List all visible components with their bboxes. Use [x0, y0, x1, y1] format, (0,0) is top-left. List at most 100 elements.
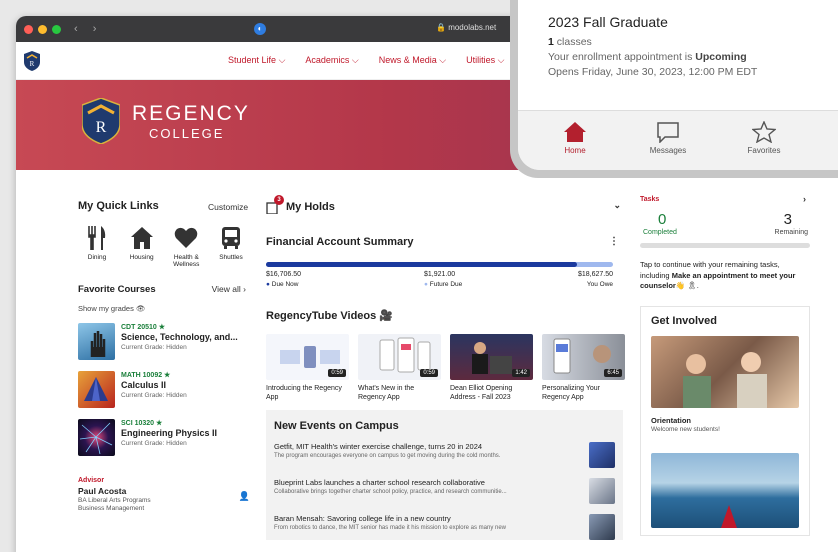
tab-favorites[interactable]: Favorites: [734, 121, 794, 155]
customize-link[interactable]: Customize: [208, 202, 248, 212]
url-text: modolabs.net: [448, 23, 497, 32]
quick-link-dining[interactable]: Dining: [78, 226, 116, 268]
classes-count: 1: [548, 36, 554, 48]
event-item[interactable]: Blueprint Labs launches a charter school…: [274, 478, 615, 505]
event-thumbnail: [589, 478, 615, 505]
phone-tab-bar: Home Messages Favorites: [518, 110, 838, 170]
chevron-down-icon: ⌵: [497, 55, 505, 65]
close-window-button[interactable]: [24, 24, 33, 34]
financial-summary-title: Financial Account Summary: [266, 236, 414, 248]
chevron-down-icon: ⌵: [439, 55, 447, 65]
due-now-fill: [266, 262, 578, 267]
event-summary: The program encourages everyone on campu…: [274, 453, 501, 460]
course-code: CDT 20510 ★: [121, 324, 166, 331]
course-item[interactable]: MATH 10092 ★ Calculus II Current Grade: …: [78, 371, 250, 409]
due-now-amount: $16,706.50: [266, 271, 302, 278]
chevron-down-icon: ⌵: [351, 55, 359, 65]
due-now-label: Due Now: [271, 281, 299, 288]
video-list: 0:59 Introducing the Regency App 0:59 Wh…: [266, 334, 625, 402]
orientation-photo[interactable]: [651, 335, 799, 408]
chevron-right-icon: ›: [803, 194, 806, 204]
holds-title: My Holds: [286, 201, 335, 213]
phone-overlay: 2023 Fall Graduate 1 classes Your enroll…: [510, 0, 838, 178]
event-item[interactable]: Baran Mensah: Savoring college life in a…: [274, 514, 615, 541]
course-title: Engineering Physics II: [121, 428, 218, 438]
tab-messages[interactable]: Messages: [638, 121, 698, 155]
future-due-label: Future Due: [429, 281, 463, 288]
bus-icon: [221, 227, 240, 249]
chevron-down-icon: ⌵: [278, 55, 286, 65]
right-column: Tasks › 0 Completed 3 Remaining Tap to co…: [640, 194, 810, 536]
orientation-title[interactable]: Orientation: [651, 416, 799, 425]
video-item[interactable]: 0:59 Introducing the Regency App: [266, 334, 349, 402]
course-item[interactable]: CDT 20510 ★ Science, Technology, and... …: [78, 323, 250, 361]
quick-link-housing[interactable]: Housing: [123, 226, 161, 268]
course-title: Calculus II: [121, 380, 167, 390]
course-grade: Current Grade: Hidden: [121, 344, 187, 351]
menu-utilities[interactable]: Utilities ⌵: [466, 55, 504, 66]
orientation-subtitle: Welcome new students!: [651, 425, 720, 433]
regency-crest-icon: R: [82, 98, 120, 144]
person-icon[interactable]: 👤: [239, 491, 250, 502]
view-all-link[interactable]: View all ›: [212, 284, 246, 294]
robot-hand-icon: [90, 331, 106, 357]
tasks-title: Tasks: [640, 196, 660, 203]
video-thumbnail: 0:59: [266, 334, 349, 380]
due-now-legend: ● Due Now: [266, 281, 299, 288]
holds-count-badge: 3: [274, 195, 284, 205]
financial-progress-bar: [266, 262, 613, 267]
enrollment-status: Upcoming: [695, 51, 747, 63]
video-duration: 0:59: [328, 369, 346, 377]
regency-crest-icon[interactable]: R: [24, 51, 40, 71]
quick-links-row: Dining Housing Health & Wellness Shuttle…: [78, 226, 250, 268]
course-item[interactable]: SCI 10320 ★ Engineering Physics II Curre…: [78, 419, 250, 457]
event-summary: Collaborative brings together charter sc…: [274, 489, 507, 496]
my-holds-header[interactable]: 3 My Holds ⌄: [266, 195, 621, 214]
quick-link-health[interactable]: Health & Wellness: [167, 226, 205, 268]
maximize-window-button[interactable]: [52, 24, 61, 34]
task-desc-end: 👋 🎗.: [675, 281, 699, 290]
course-thumbnail: [78, 371, 115, 408]
address-bar[interactable]: 🔒 modolabs.net: [436, 23, 496, 32]
menu-academics[interactable]: Academics ⌵: [305, 55, 358, 66]
video-duration: 1:42: [512, 369, 530, 377]
phone-screen: 2023 Fall Graduate 1 classes Your enroll…: [518, 0, 838, 170]
regencytube-title: RegencyTube Videos 🎥: [266, 310, 393, 322]
video-item[interactable]: 6:45 Personalizing Your Regency App: [542, 334, 625, 402]
video-duration: 6:45: [604, 369, 622, 377]
tab-home[interactable]: Home: [545, 121, 605, 155]
advisor-card[interactable]: Advisor Paul Acosta BA Liberal Arts Prog…: [78, 477, 250, 512]
privacy-shield-icon[interactable]: ◐: [254, 23, 266, 35]
course-thumbnail: [78, 323, 115, 360]
show-grades-toggle[interactable]: Show my grades 👁: [78, 304, 250, 313]
students-icon: [683, 351, 767, 408]
quick-link-shuttles[interactable]: Shuttles: [212, 226, 250, 268]
left-column: My Quick Links Customize Dining Housing …: [78, 200, 250, 512]
back-forward-icon[interactable]: ‹ ›: [74, 23, 102, 35]
favorite-courses-header: Favorite Courses View all ›: [78, 284, 250, 295]
video-item[interactable]: 1:42 Dean Elliot Opening Address - Fall …: [450, 334, 533, 402]
lake-photo[interactable]: [651, 452, 799, 528]
house-icon: [130, 227, 153, 249]
video-thumbnail: 0:59: [358, 334, 441, 380]
event-item[interactable]: Getfit, MIT Health's winter exercise cha…: [274, 442, 615, 469]
more-options-icon[interactable]: ⋮: [609, 236, 619, 247]
task-description[interactable]: Tap to continue with your remaining task…: [640, 260, 810, 292]
favorite-courses-title: Favorite Courses: [78, 284, 156, 295]
menu-news-media[interactable]: News & Media ⌵: [379, 55, 446, 66]
course-code: SCI 10320 ★: [121, 420, 163, 427]
tasks-header[interactable]: Tasks ›: [640, 194, 810, 204]
advisor-name: Paul Acosta: [78, 486, 127, 496]
video-title: Dean Elliot Opening Address - Fall 2023: [450, 385, 513, 402]
menu-student-life[interactable]: Student Life ⌵: [228, 55, 285, 66]
college-name: REGENCY: [132, 102, 250, 125]
advisor-dept: Business Management: [78, 505, 145, 512]
minimize-window-button[interactable]: [38, 24, 47, 34]
chevron-down-icon[interactable]: ⌄: [613, 200, 621, 211]
task-progress-bar: [640, 243, 810, 248]
event-thumbnail: [589, 514, 615, 541]
video-item[interactable]: 0:59 What's New in the Regency App: [358, 334, 441, 402]
video-thumbnail: 1:42: [450, 334, 533, 380]
view-all-label: View all: [211, 284, 241, 294]
video-title: What's New in the Regency App: [358, 385, 415, 402]
